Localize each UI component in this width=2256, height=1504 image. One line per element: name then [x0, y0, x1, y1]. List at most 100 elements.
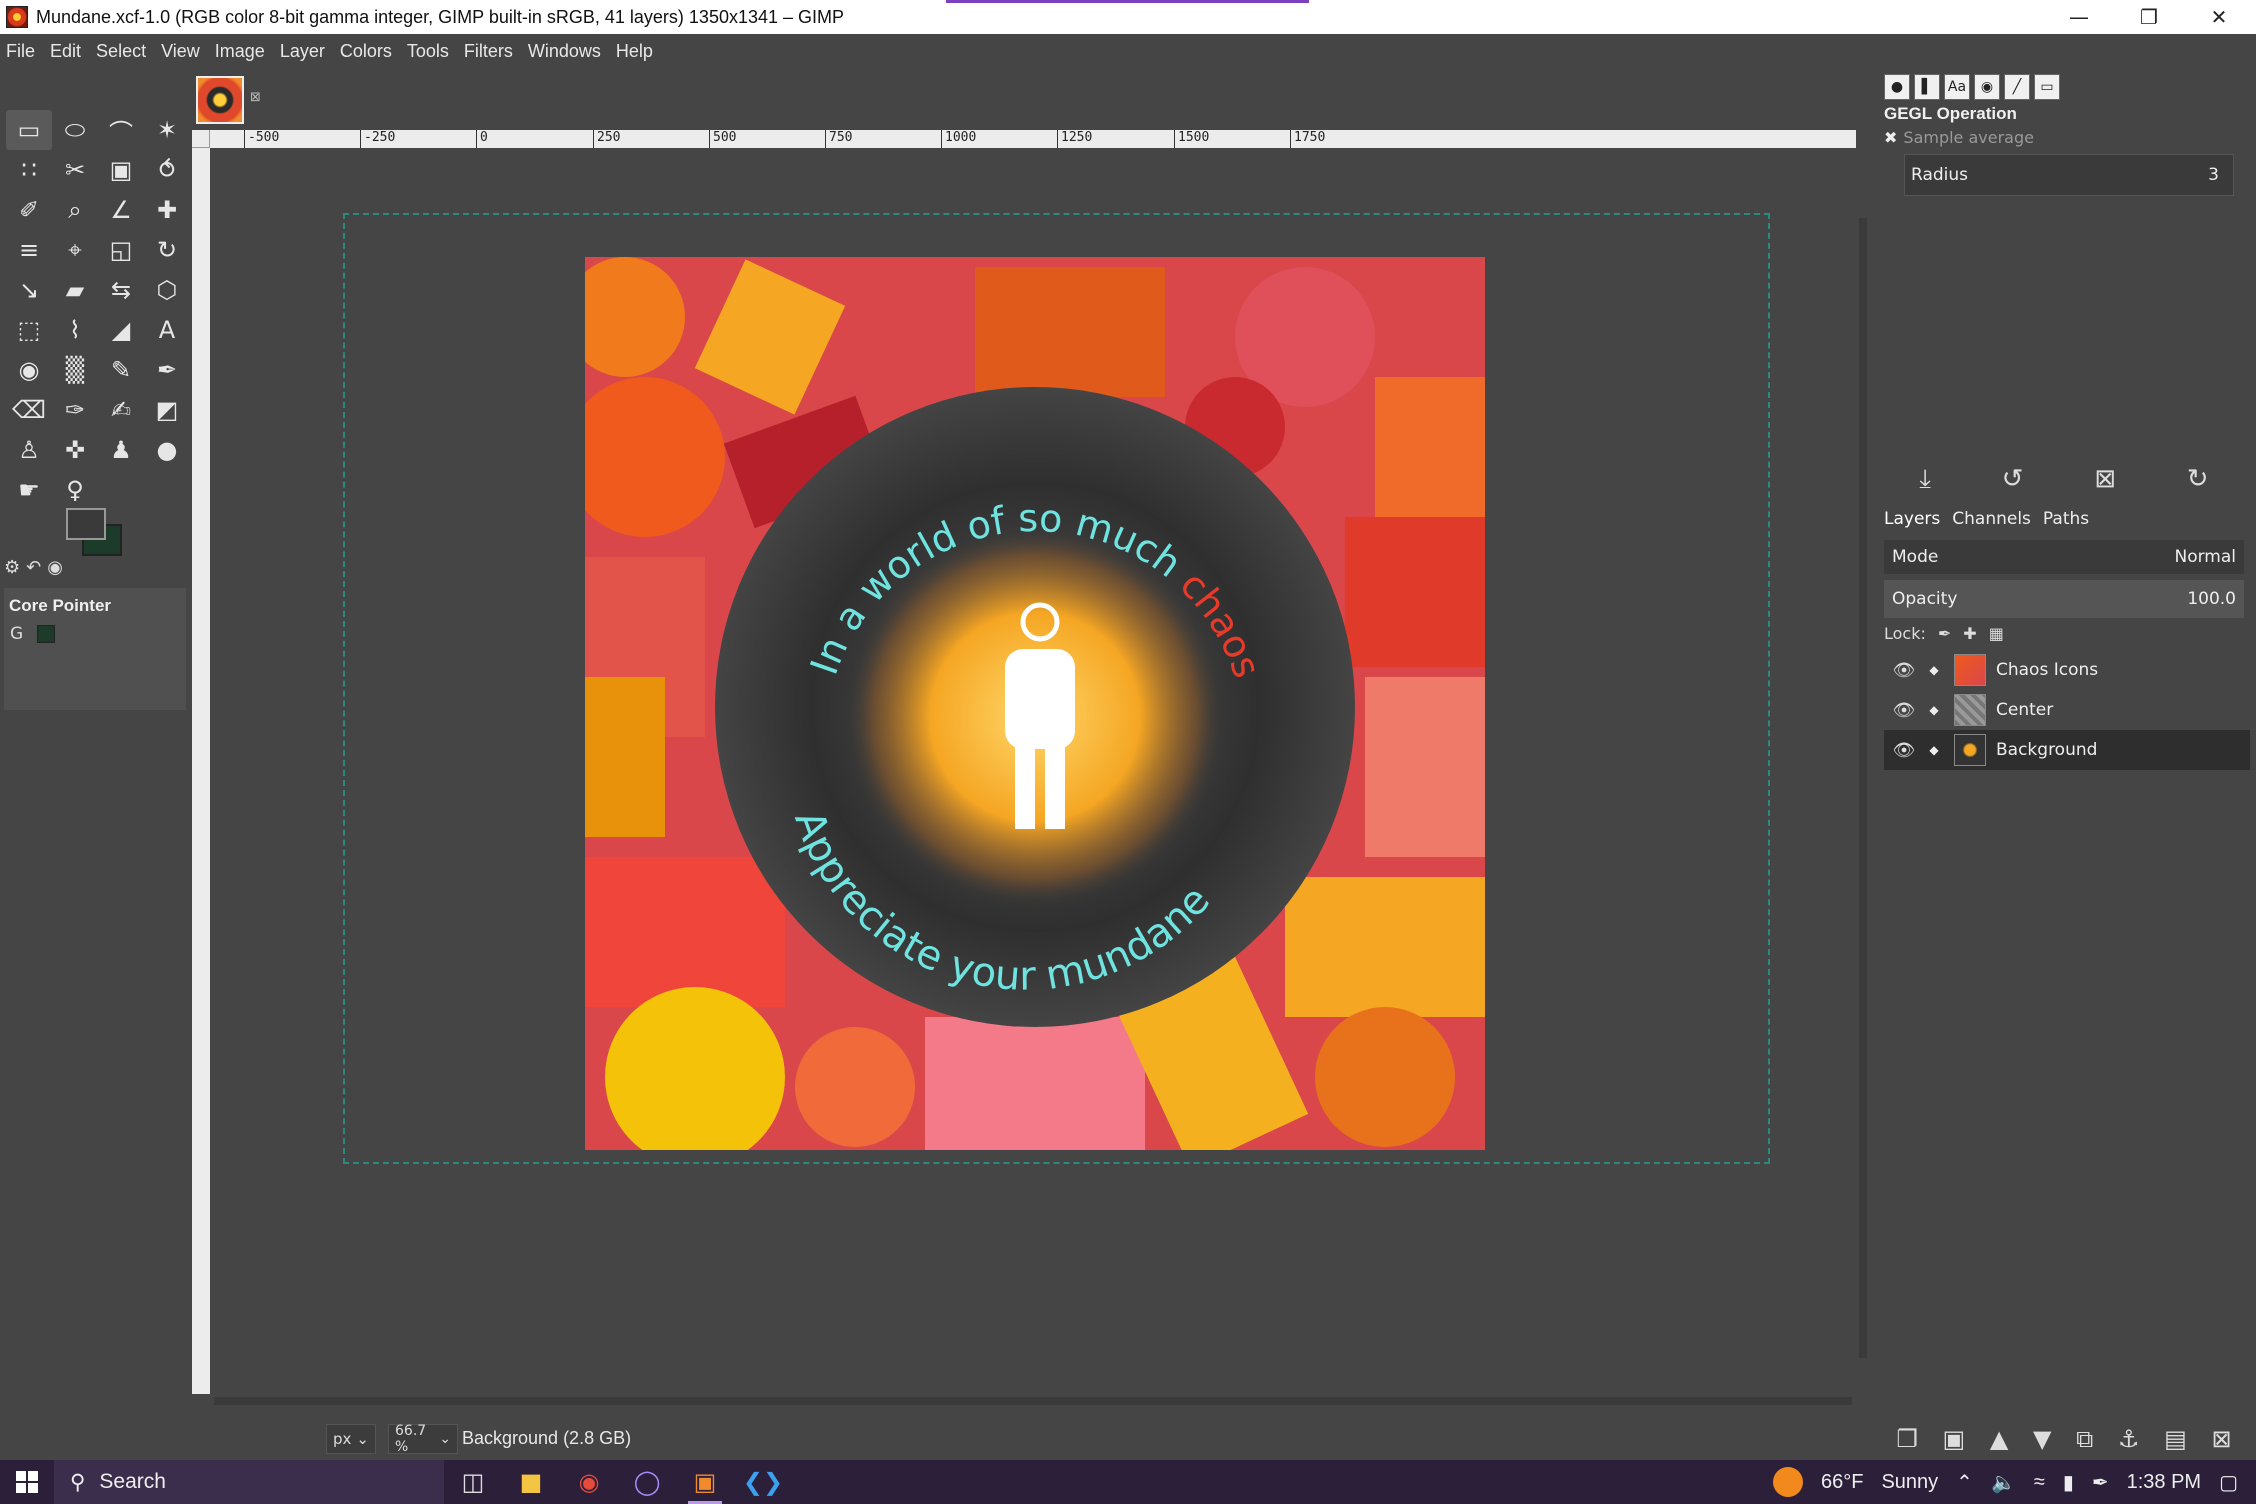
menu-windows[interactable]: Windows [528, 41, 601, 62]
handle-transform-tool-icon[interactable]: ◢ [98, 310, 144, 350]
layer-name[interactable]: Chaos Icons [1996, 660, 2098, 680]
new-layer-icon[interactable]: ❐ [1896, 1425, 1918, 1453]
foreground-select-tool-icon[interactable]: ▣ [98, 150, 144, 190]
chrome-icon[interactable]: ◉ [560, 1460, 618, 1504]
artwork-image[interactable]: In a world of so much chaos, Appreciate … [585, 257, 1485, 1150]
pen-icon[interactable]: ✒ [2092, 1470, 2109, 1495]
notifications-icon[interactable]: ▢ [2219, 1470, 2238, 1495]
eraser-tool-icon[interactable]: ⌫ [6, 390, 52, 430]
mypaint-brush-tool-icon[interactable]: ◩ [144, 390, 190, 430]
taskbar-search[interactable]: ⚲ Search [54, 1460, 444, 1504]
pencil-tool-icon[interactable]: ✎ [98, 350, 144, 390]
tab-paths[interactable]: Paths [2043, 509, 2089, 529]
close-icon[interactable]: ✖ [1884, 128, 1897, 147]
duplicate-layer-icon[interactable]: ⧉ [2076, 1425, 2093, 1453]
menu-select[interactable]: Select [96, 41, 146, 62]
scale-tool-icon[interactable]: ↘ [6, 270, 52, 310]
align-tool-icon[interactable]: ≡ [6, 230, 52, 270]
chain-link-icon[interactable]: ◆ [1924, 703, 1944, 717]
delete-preset-icon[interactable]: ⊠ [2094, 464, 2116, 494]
color-picker-tool-icon[interactable]: ✐ [6, 190, 52, 230]
visibility-eye-icon[interactable]: 👁 [1884, 740, 1924, 761]
paths-tool-icon[interactable]: ⥀ [144, 150, 190, 190]
layer-name[interactable]: Center [1996, 700, 2053, 720]
layer-row-center[interactable]: 👁 ◆ Center [1884, 690, 2250, 730]
restore-preset-icon[interactable]: ↺ [2002, 464, 2024, 494]
chain-link-icon[interactable]: ◆ [1924, 743, 1944, 757]
layer-row-chaos-icons[interactable]: 👁 ◆ Chaos Icons [1884, 650, 2250, 690]
opacity-slider[interactable]: Opacity 100.0 [1884, 580, 2244, 618]
radius-value[interactable]: 3 [2208, 165, 2219, 185]
battery-icon[interactable]: ▮ [2063, 1470, 2074, 1495]
vertical-scroll-thumb[interactable] [1859, 218, 1867, 1358]
reset-icon[interactable]: ↻ [2187, 464, 2209, 494]
measure-tool-icon[interactable]: ∠ [98, 190, 144, 230]
images-tab-icon[interactable]: ◉ [47, 557, 63, 578]
text-tool-icon[interactable]: A [144, 310, 190, 350]
menu-layer[interactable]: Layer [280, 41, 325, 62]
lock-alpha-icon[interactable]: ▦ [1989, 624, 2004, 643]
fuzzy-select-tool-icon[interactable]: ✶ [144, 110, 190, 150]
tab-layers[interactable]: Layers [1884, 509, 1940, 529]
menu-colors[interactable]: Colors [340, 41, 392, 62]
ruler-corner[interactable] [192, 130, 210, 148]
blur-tool-icon[interactable]: ● [144, 430, 190, 470]
vscode-icon[interactable]: ❮❯ [734, 1460, 792, 1504]
rotate-tool-icon[interactable]: ↻ [144, 230, 190, 270]
menu-image[interactable]: Image [215, 41, 265, 62]
visibility-eye-icon[interactable]: 👁 [1884, 660, 1924, 681]
scissors-tool-icon[interactable]: ✂ [52, 150, 98, 190]
bucket-fill-tool-icon[interactable]: ◉ [6, 350, 52, 390]
horizontal-ruler[interactable]: -500 -250 0 250 500 750 1000 1250 1500 1750 [210, 130, 1856, 148]
anchor-layer-icon[interactable]: ⚓ [2118, 1425, 2140, 1453]
crop-tool-icon[interactable]: ⌖ [52, 230, 98, 270]
airbrush-tool-icon[interactable]: ✑ [52, 390, 98, 430]
clock-time[interactable]: 1:38 PM [2127, 1471, 2201, 1494]
lock-position-icon[interactable]: ✚ [1963, 624, 1976, 643]
undo-history-tab-icon[interactable]: ↶ [26, 557, 41, 578]
mode-value[interactable]: Normal [2174, 547, 2236, 567]
brush-editor-tab-icon[interactable]: ╱ [2004, 74, 2030, 100]
github-desktop-icon[interactable]: ◯ [618, 1460, 676, 1504]
paintbrush-tool-icon[interactable]: ✒ [144, 350, 190, 390]
start-button[interactable] [0, 1460, 54, 1504]
move-tool-icon[interactable]: ✚ [144, 190, 190, 230]
wifi-icon[interactable]: ≈ [2034, 1471, 2045, 1494]
menu-edit[interactable]: Edit [50, 41, 81, 62]
task-view-icon[interactable]: ◫ [444, 1460, 502, 1504]
warp-transform-tool-icon[interactable]: ⌇ [52, 310, 98, 350]
menu-help[interactable]: Help [616, 41, 653, 62]
layer-name[interactable]: Background [1996, 740, 2097, 760]
weather-condition[interactable]: Sunny [1881, 1471, 1938, 1494]
radius-field[interactable]: Radius 3 [1904, 154, 2234, 196]
layer-mode-row[interactable]: Mode Normal [1884, 540, 2244, 574]
merge-layer-icon[interactable]: ▤ [2164, 1425, 2187, 1453]
perspective-tool-icon[interactable]: ⬡ [144, 270, 190, 310]
weather-temperature[interactable]: 66°F [1821, 1471, 1863, 1494]
chevron-up-icon[interactable]: ⌃ [1956, 1470, 1973, 1495]
menu-file[interactable]: File [6, 41, 35, 62]
tab-channels[interactable]: Channels [1952, 509, 2031, 529]
dodge-burn-tool-icon[interactable]: ♀ [52, 470, 98, 510]
zoom-tool-icon[interactable]: ⌕ [52, 190, 98, 230]
zoom-dropdown[interactable]: 66.7 % ⌄ [388, 1423, 458, 1455]
file-explorer-icon[interactable]: ■ [502, 1460, 560, 1504]
rect-select-tool-icon[interactable]: ▭ [6, 110, 52, 150]
flip-tool-icon[interactable]: ⇆ [98, 270, 144, 310]
new-layer-group-icon[interactable]: ▣ [1943, 1425, 1966, 1453]
unified-transform-tool-icon[interactable]: ◱ [98, 230, 144, 270]
foreground-color-swatch[interactable] [66, 508, 106, 540]
visibility-eye-icon[interactable]: 👁 [1884, 700, 1924, 721]
heal-tool-icon[interactable]: ✜ [52, 430, 98, 470]
vertical-scrollbar[interactable] [1856, 148, 1870, 1394]
ellipse-select-tool-icon[interactable]: ⬭ [52, 110, 98, 150]
horizontal-scrollbar[interactable] [210, 1394, 1856, 1408]
image-tab-close-icon[interactable]: ⊠ [250, 90, 261, 105]
menu-view[interactable]: View [161, 41, 200, 62]
close-button[interactable]: ✕ [2184, 0, 2254, 34]
fonts-tab-icon[interactable]: Aa [1944, 74, 1970, 100]
clone-tool-icon[interactable]: ♙ [6, 430, 52, 470]
delete-layer-icon[interactable]: ⊠ [2212, 1425, 2232, 1453]
layer-row-background[interactable]: 👁 ◆ Background [1884, 730, 2250, 770]
vertical-ruler[interactable] [192, 148, 210, 1394]
